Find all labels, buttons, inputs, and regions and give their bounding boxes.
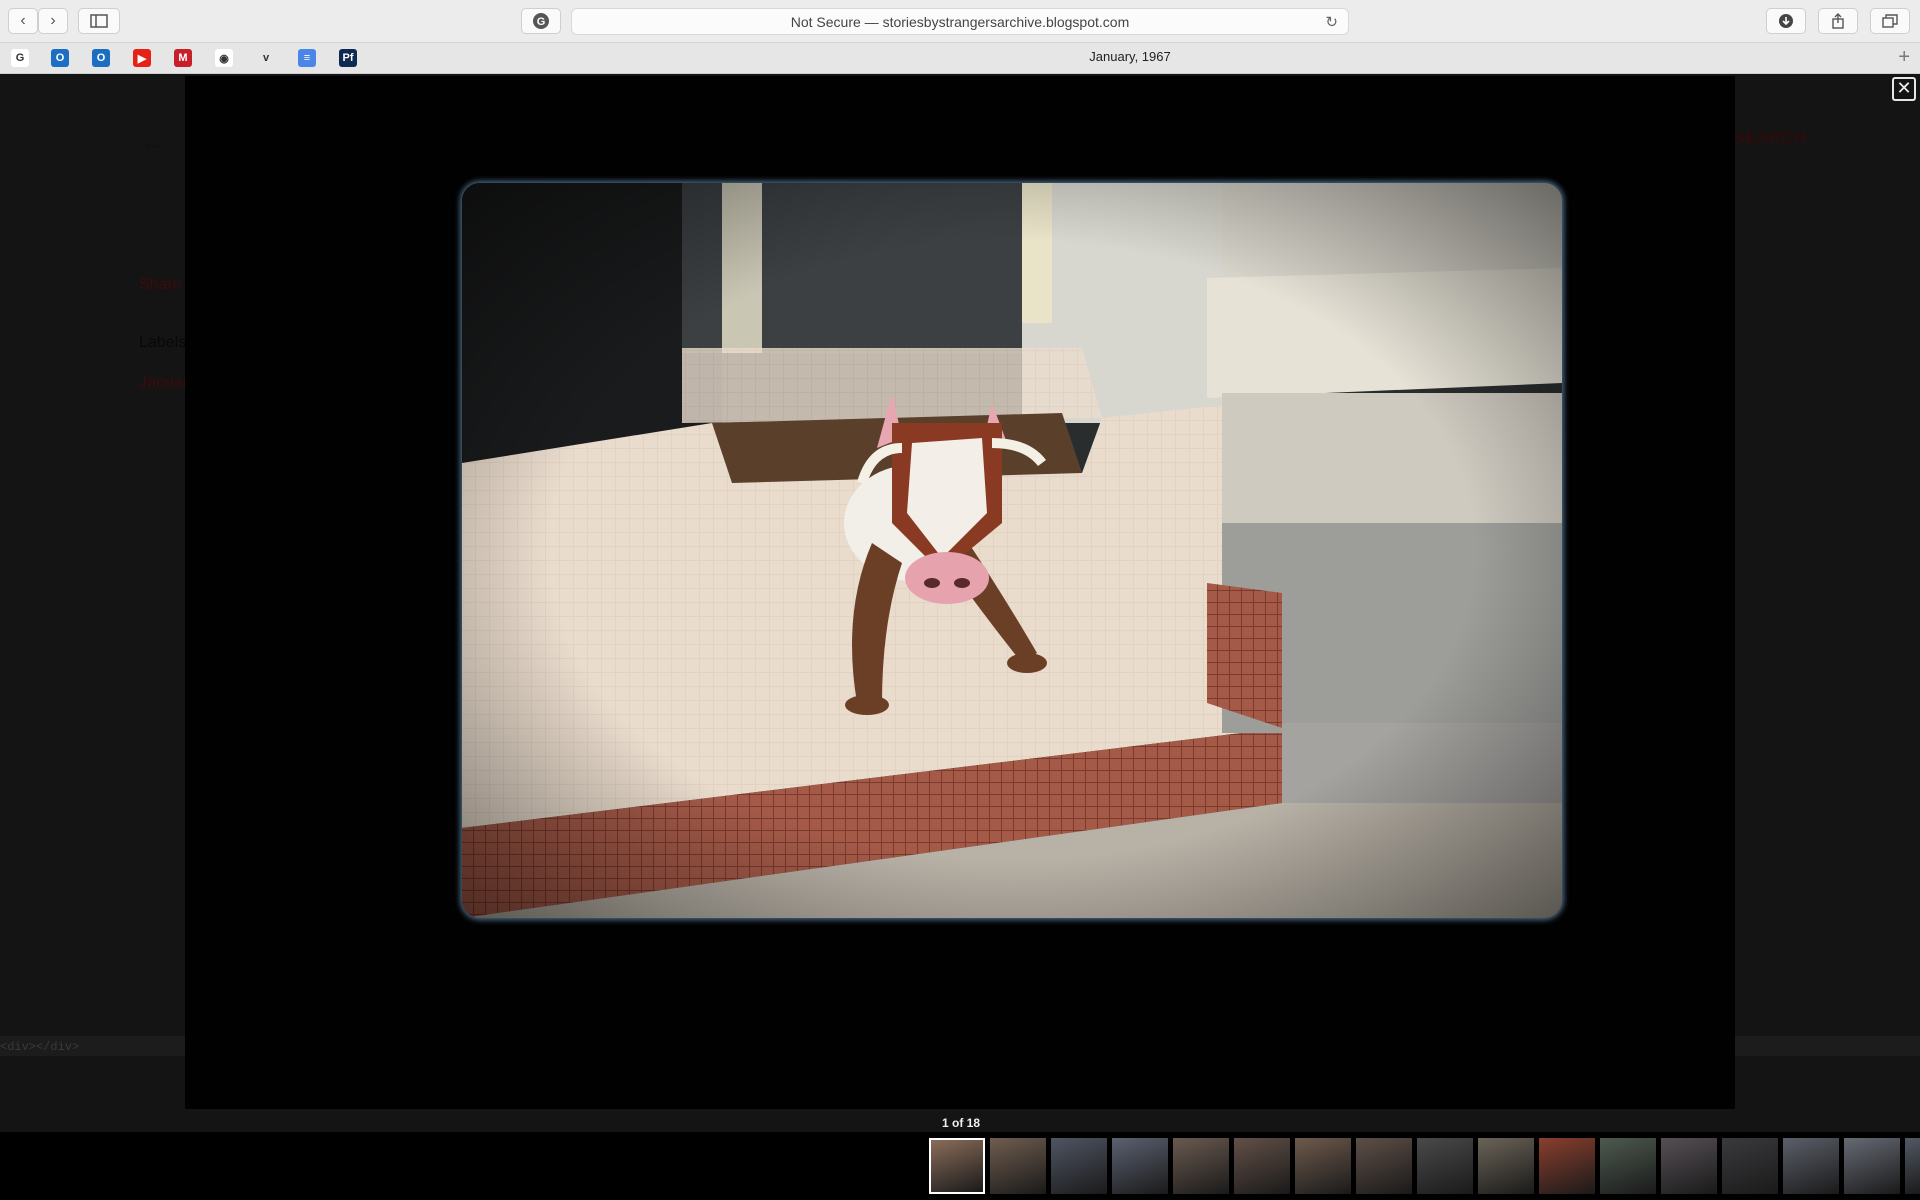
thumbnail[interactable] [1600, 1138, 1656, 1194]
chevron-left-icon: ‹ [20, 12, 26, 29]
youtube-icon[interactable]: ▶ [133, 49, 151, 67]
tab-title: January, 1967 [1089, 49, 1171, 64]
image-counter: 1 of 18 [942, 1116, 981, 1130]
grammarly-icon: G [533, 13, 549, 29]
thumbnail[interactable] [1112, 1138, 1168, 1194]
address-bar[interactable]: Not Secure — storiesbystrangersarchive.b… [571, 8, 1349, 35]
forward-button[interactable]: › [38, 8, 68, 34]
gmail-icon[interactable]: M [174, 49, 192, 67]
thumbnail[interactable] [1844, 1138, 1900, 1194]
thumbnail[interactable] [1417, 1138, 1473, 1194]
share-button[interactable] [1818, 8, 1858, 34]
outlook-icon[interactable]: O [92, 49, 110, 67]
thumbnail[interactable] [1234, 1138, 1290, 1194]
reload-icon[interactable]: ↻ [1325, 13, 1338, 31]
eye-icon[interactable]: ◉ [215, 49, 233, 67]
tabs-icon [1882, 14, 1898, 28]
back-button[interactable]: ‹ [8, 8, 38, 34]
downloads-button[interactable] [1766, 8, 1806, 34]
chevron-right-icon: › [50, 12, 56, 29]
portfolio-icon[interactable]: Pf [339, 49, 357, 67]
thumbnail[interactable] [1783, 1138, 1839, 1194]
thumbnail[interactable] [1661, 1138, 1717, 1194]
lightbox-photo[interactable] [462, 183, 1562, 918]
thumbnail[interactable] [1051, 1138, 1107, 1194]
thumbnail[interactable] [1539, 1138, 1595, 1194]
close-lightbox-button[interactable]: ✕ [1892, 77, 1916, 101]
share-icon [1832, 13, 1844, 29]
sidebar-button[interactable] [78, 8, 120, 34]
thumbnail[interactable] [990, 1138, 1046, 1194]
thumbnail[interactable] [1905, 1138, 1920, 1194]
google-icon[interactable]: G [11, 49, 29, 67]
address-text: Not Secure — storiesbystrangersarchive.b… [790, 13, 1130, 30]
share-link[interactable]: Share [139, 276, 182, 294]
thumbnail[interactable] [1173, 1138, 1229, 1194]
docs-icon[interactable]: ≡ [298, 49, 316, 67]
photo-child-cow-mask [462, 183, 1562, 918]
thumbnail[interactable] [1722, 1138, 1778, 1194]
close-icon: ✕ [1896, 78, 1912, 98]
thumbnail[interactable] [1478, 1138, 1534, 1194]
thumbnail[interactable] [1356, 1138, 1412, 1194]
sidebar-icon [90, 14, 108, 28]
browser-toolbar: ‹ › G Not Secure — storiesbystrangersarc… [0, 0, 1920, 43]
vimeo-icon[interactable]: v [257, 49, 275, 67]
labels-heading: Labels [139, 334, 187, 351]
code-snippet: <div></div> [0, 1040, 80, 1054]
thumbnail[interactable] [1295, 1138, 1351, 1194]
grammarly-button[interactable]: G [521, 8, 561, 34]
thumbnail[interactable] [929, 1138, 985, 1194]
tabs-overview-button[interactable] [1870, 8, 1910, 34]
search-link[interactable]: SEARCH [1734, 130, 1807, 148]
download-icon [1779, 14, 1793, 28]
back-arrow-icon[interactable]: ← [140, 126, 168, 158]
outlook-icon[interactable]: O [51, 49, 69, 67]
svg-text:G: G [537, 16, 546, 28]
new-tab-icon[interactable]: + [1898, 46, 1910, 69]
